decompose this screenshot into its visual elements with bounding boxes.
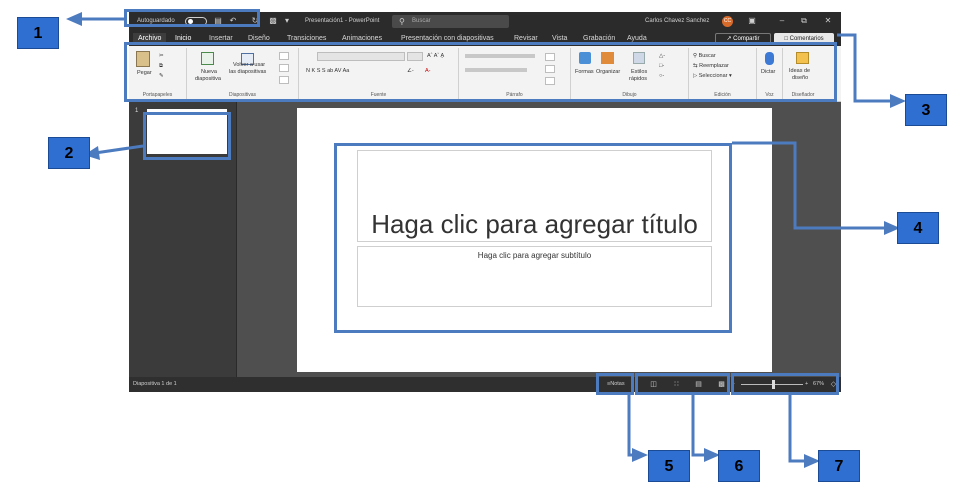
search-input[interactable]: ⚲ Buscar [392,15,509,28]
tab-grabacion[interactable]: Grabación [583,35,615,42]
ribbon-display-options-icon[interactable]: ▣ [747,16,757,26]
present-from-start-icon[interactable]: ▩ [268,16,278,26]
tab-animaciones[interactable]: Animaciones [342,35,382,42]
highlight-quick-access [124,9,260,27]
tab-insertar[interactable]: Insertar [209,35,233,42]
connector-7 [788,395,813,463]
callout-6: 6 [718,450,760,482]
highlight-thumbnail [143,112,231,160]
highlight-slide-placeholders [334,143,732,333]
arrowhead-1 [66,12,82,26]
callout-2: 2 [48,137,90,169]
close-icon[interactable]: ✕ [823,16,833,26]
restore-icon[interactable]: ⧉ [799,16,809,26]
slide-count: Diapositiva 1 de 1 [133,381,177,387]
tab-ayuda[interactable]: Ayuda [627,35,647,42]
tab-vista[interactable]: Vista [552,35,567,42]
highlight-ribbon [124,42,837,102]
callout-5: 5 [648,450,690,482]
user-name: Carlos Chavez Sanchez [645,18,710,24]
connector-6 [691,395,712,457]
search-placeholder: Buscar [412,18,431,24]
highlight-view-buttons [635,373,730,395]
arrowhead-3 [890,94,906,108]
avatar[interactable]: CC [722,16,733,27]
document-title: Presentación1 - PowerPoint [305,18,380,24]
tab-revisar[interactable]: Revisar [514,35,538,42]
tab-presentacion[interactable]: Presentación con diapositivas [401,35,494,42]
highlight-zoom [731,373,839,395]
callout-3: 3 [905,94,947,126]
callout-7: 7 [818,450,860,482]
callout-4: 4 [897,212,939,244]
highlight-notes [596,373,634,395]
tab-diseno[interactable]: Diseño [248,35,270,42]
minimize-icon[interactable]: – [777,16,787,26]
tab-transiciones[interactable]: Transiciones [287,35,326,42]
callout-1: 1 [17,17,59,49]
slide-thumbnail-number: 1 [135,108,139,114]
arrowhead-5 [632,448,648,462]
customize-toolbar-icon[interactable]: ▾ [282,16,292,26]
search-icon: ⚲ [399,17,405,26]
connector-3 [837,33,900,103]
connector-5 [627,395,640,457]
